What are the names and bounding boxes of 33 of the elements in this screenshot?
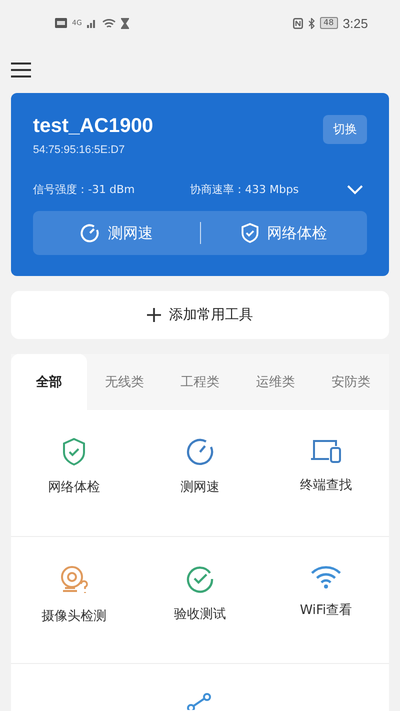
gauge-icon[interactable] bbox=[186, 438, 214, 466]
mac-address: 54:75:95:16:5E:D7 bbox=[33, 144, 126, 156]
action-link[interactable]: 测网速 bbox=[108, 224, 153, 242]
hourglass-icon bbox=[120, 18, 129, 28]
tool-label: WiFi查看 bbox=[300, 602, 352, 619]
check-circle-icon[interactable] bbox=[186, 565, 214, 593]
tool-label: 摄像头检测 bbox=[42, 608, 106, 625]
chevron-down-icon[interactable] bbox=[347, 184, 363, 194]
tool-label: 网络体检 bbox=[48, 479, 100, 496]
negotiated-rate: 协商速率：433 Mbps bbox=[190, 182, 300, 197]
shield-check-icon bbox=[240, 223, 259, 243]
tool-label: 验收测试 bbox=[174, 606, 226, 623]
nfc-icon bbox=[292, 18, 302, 28]
shield-check-icon[interactable] bbox=[62, 438, 86, 466]
menu-icon[interactable] bbox=[11, 62, 31, 78]
gauge-icon bbox=[80, 223, 100, 243]
battery-indicator: 48 bbox=[320, 17, 338, 29]
device-name: test_AC1900 bbox=[33, 115, 154, 138]
bluetooth-icon bbox=[308, 18, 314, 28]
signal-icon bbox=[86, 18, 97, 28]
category-tab[interactable]: 全部 bbox=[11, 354, 87, 410]
tool-label: 终端查找 bbox=[300, 477, 352, 494]
signal-strength: 信号强度：-31 dBm bbox=[33, 182, 136, 197]
plus-icon bbox=[147, 308, 161, 322]
tool-label: 测网速 bbox=[180, 479, 220, 496]
switch-button[interactable]: 切换 bbox=[323, 115, 367, 144]
wifi-icon bbox=[102, 18, 116, 28]
camera-icon[interactable] bbox=[59, 565, 89, 595]
action-link[interactable]: 网络体检 bbox=[266, 224, 327, 242]
wifi-icon[interactable] bbox=[310, 565, 342, 589]
clock-time: 3:25 bbox=[342, 16, 368, 30]
add-tools-button[interactable]: 添加常用工具 bbox=[11, 291, 389, 339]
devices-icon[interactable] bbox=[310, 438, 342, 464]
